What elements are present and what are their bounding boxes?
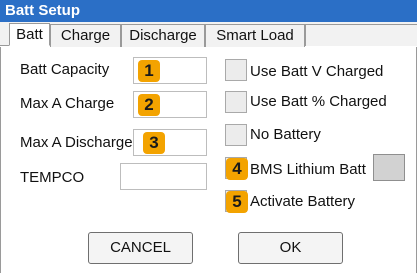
- callout-badge-2: 2: [138, 94, 160, 116]
- callout-badge-5: 5: [226, 191, 248, 213]
- tab-charge[interactable]: Charge: [50, 24, 121, 47]
- max-a-charge-label: Max A Charge: [20, 95, 115, 112]
- bms-status-box[interactable]: [373, 154, 405, 181]
- tab-smart-load[interactable]: Smart Load: [205, 24, 305, 47]
- window-title: Batt Setup: [0, 0, 417, 22]
- tab-bar: Batt Charge Discharge Smart Load: [0, 22, 417, 47]
- batt-capacity-label: Batt Capacity: [20, 61, 110, 78]
- batt-tab-panel: Batt Capacity 1 Max A Charge 2 Max A Dis…: [0, 47, 417, 273]
- activate-battery-label: Activate Battery: [250, 193, 356, 210]
- max-a-discharge-label: Max A Discharge: [20, 134, 133, 151]
- no-battery-checkbox[interactable]: [225, 124, 247, 146]
- batt-setup-window: Batt Setup Batt Charge Discharge Smart L…: [0, 0, 417, 273]
- tab-batt[interactable]: Batt: [9, 23, 50, 46]
- cancel-button[interactable]: CANCEL: [88, 232, 193, 264]
- tempco-input[interactable]: [120, 163, 207, 190]
- tab-discharge[interactable]: Discharge: [121, 24, 205, 47]
- tab-bar-filler: [305, 24, 417, 46]
- tempco-label: TEMPCO: [20, 169, 85, 186]
- use-batt-v-charged-checkbox[interactable]: [225, 59, 247, 81]
- bms-lithium-batt-label: BMS Lithium Batt: [250, 161, 366, 178]
- callout-badge-3: 3: [143, 132, 165, 154]
- use-batt-v-charged-label: Use Batt V Charged: [250, 63, 384, 80]
- callout-badge-4: 4: [226, 158, 248, 180]
- ok-button[interactable]: OK: [238, 232, 343, 264]
- callout-badge-1: 1: [138, 60, 160, 82]
- no-battery-label: No Battery: [250, 126, 321, 143]
- use-batt-pct-charged-label: Use Batt % Charged: [250, 93, 387, 110]
- use-batt-pct-charged-checkbox[interactable]: [225, 91, 247, 113]
